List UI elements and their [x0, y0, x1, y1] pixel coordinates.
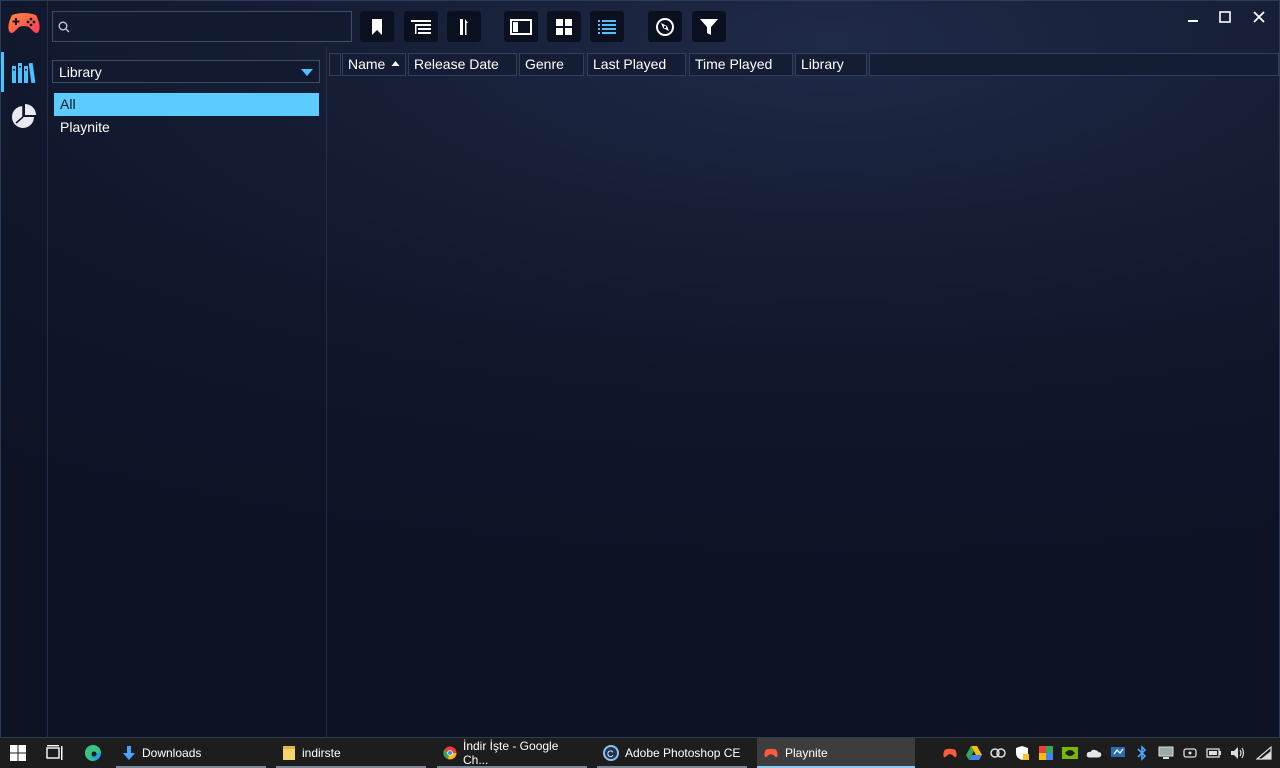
- close-icon: [1253, 11, 1265, 23]
- taskbar-app-label: Downloads: [142, 746, 202, 760]
- taskbar-app-label: Playnite: [785, 746, 828, 760]
- filter-item-playnite[interactable]: Playnite: [54, 116, 319, 139]
- column-header-genre[interactable]: Genre: [519, 53, 584, 76]
- search-box[interactable]: [52, 11, 352, 42]
- tray-drive-icon[interactable]: [966, 745, 982, 761]
- bookmark-icon: [372, 18, 382, 35]
- sidebar-view-button[interactable]: [504, 11, 538, 42]
- group-button[interactable]: [404, 11, 438, 42]
- sort-button[interactable]: [447, 11, 481, 42]
- sidebar-view-icon: [510, 18, 532, 35]
- filter-button[interactable]: [692, 11, 726, 42]
- tray-battery-icon[interactable]: [1206, 745, 1222, 761]
- start-button[interactable]: [0, 738, 36, 768]
- column-header-time-played[interactable]: Time Played: [689, 53, 793, 76]
- grid-view-button[interactable]: [547, 11, 581, 42]
- tray-playnite-icon[interactable]: [942, 745, 958, 761]
- filter-icon: [700, 18, 718, 35]
- playnite-icon: [764, 748, 778, 758]
- windows-logo-icon: [10, 745, 26, 761]
- side-navigation: [1, 1, 48, 739]
- task-view-icon: [46, 745, 63, 760]
- column-header-library[interactable]: Library: [795, 53, 867, 76]
- column-header-last-played[interactable]: Last Played: [587, 53, 686, 76]
- list-tree-icon: [411, 19, 431, 34]
- game-list-area: [329, 77, 1279, 737]
- close-button[interactable]: [1242, 5, 1276, 29]
- task-view-button[interactable]: [38, 738, 72, 768]
- tray-bluetooth-icon[interactable]: [1134, 745, 1150, 761]
- filter-item-all[interactable]: All: [54, 93, 319, 116]
- tray-network-app-icon[interactable]: [1110, 745, 1126, 761]
- sort-icon: [460, 18, 468, 35]
- playnite-window: Library All Playnite Name Release Date G…: [0, 0, 1280, 739]
- library-books-icon: [12, 62, 36, 84]
- details-view-button[interactable]: [590, 11, 624, 42]
- tray-display-icon[interactable]: [1158, 745, 1174, 761]
- taskbar-app-playnite[interactable]: Playnite: [757, 738, 915, 768]
- column-header-label: Name: [348, 56, 386, 72]
- tray-nvidia-icon[interactable]: [1062, 745, 1078, 761]
- tray-volume-icon[interactable]: [1230, 745, 1246, 761]
- tray-wifi-icon[interactable]: [1256, 745, 1272, 761]
- chevron-down-icon: [301, 69, 313, 76]
- edge-button[interactable]: [76, 738, 110, 768]
- grid-view-icon: [556, 18, 572, 35]
- minimize-icon: [1188, 20, 1198, 22]
- dropdown-label: Library: [59, 63, 102, 80]
- taskbar-app-label: İndir İşte - Google Ch...: [463, 739, 559, 767]
- download-arrow-icon: [123, 746, 135, 760]
- filter-panel: Library All Playnite: [47, 47, 327, 739]
- taskbar-app-chrome[interactable]: İndir İşte - Google Ch...: [437, 738, 587, 768]
- nav-statistics-button[interactable]: [1, 94, 47, 138]
- chrome-icon: [443, 746, 457, 760]
- tray-link-icon[interactable]: [990, 745, 1006, 761]
- tray-device-icon[interactable]: [1182, 745, 1198, 761]
- taskbar-app-downloads[interactable]: Downloads: [116, 738, 266, 768]
- explore-icon: [656, 17, 674, 36]
- search-input[interactable]: [75, 16, 349, 39]
- maximize-button[interactable]: [1208, 5, 1242, 29]
- edge-icon: [85, 745, 101, 761]
- taskbar-app-indirste[interactable]: indirste: [276, 738, 426, 768]
- tray-app-icon[interactable]: [1038, 745, 1054, 761]
- pie-chart-icon: [12, 104, 36, 128]
- explore-button[interactable]: [648, 11, 682, 42]
- search-icon: [58, 21, 70, 33]
- photoshop-ce-icon: C: [603, 745, 619, 761]
- svg-text:C: C: [607, 749, 614, 759]
- taskbar-app-label: indirste: [302, 746, 341, 760]
- taskbar-app-label: Adobe Photoshop CE: [625, 746, 741, 760]
- library-dropdown[interactable]: Library: [52, 60, 320, 83]
- taskbar: Downloads indirste İndir İşte - Google C…: [0, 738, 1280, 768]
- row-header-cell: [329, 53, 341, 76]
- playnite-logo-icon[interactable]: [7, 9, 41, 37]
- folder-icon: [283, 746, 295, 760]
- tray-defender-icon[interactable]: [1014, 745, 1030, 761]
- nav-library-button[interactable]: [1, 50, 47, 94]
- tray-onedrive-icon[interactable]: [1086, 745, 1102, 761]
- details-view-icon: [598, 19, 616, 34]
- maximize-icon: [1219, 11, 1231, 23]
- column-header-name[interactable]: Name: [342, 53, 406, 76]
- minimize-button[interactable]: [1176, 5, 1210, 29]
- bookmark-button[interactable]: [360, 11, 394, 42]
- column-header-release-date[interactable]: Release Date: [408, 53, 517, 76]
- taskbar-app-photoshop[interactable]: C Adobe Photoshop CE: [597, 738, 747, 768]
- sort-ascending-icon: [391, 61, 400, 66]
- column-header-filler: [869, 53, 1279, 76]
